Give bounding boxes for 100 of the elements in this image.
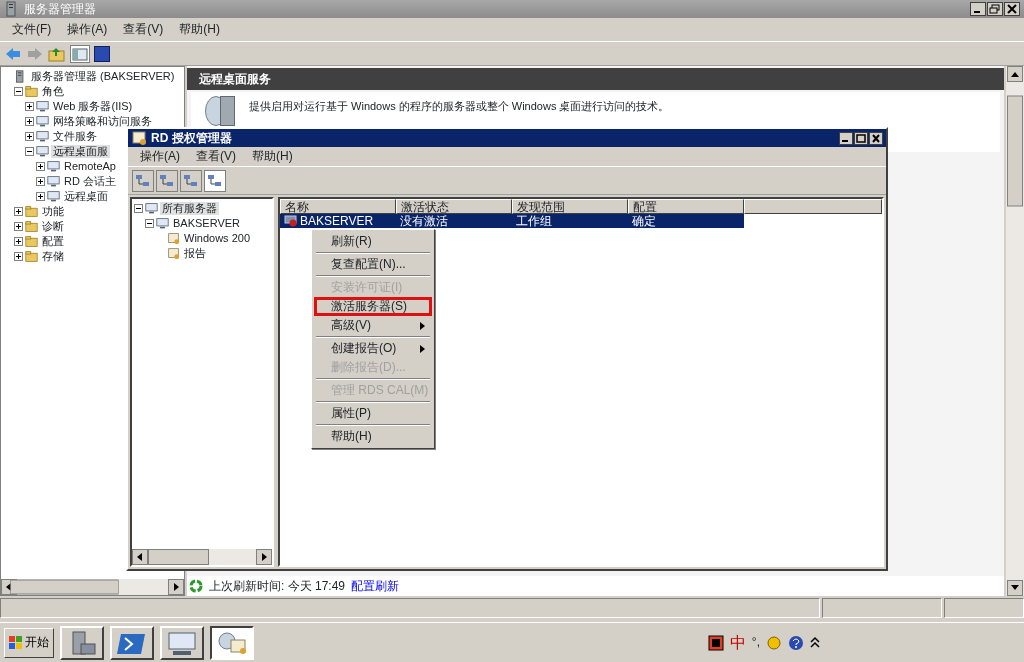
network-icon[interactable]	[766, 634, 782, 651]
collapse-toggle-icon[interactable]	[134, 204, 143, 213]
windows-logo-icon	[9, 635, 23, 650]
maximize-button[interactable]	[854, 131, 868, 145]
monitor-icon	[36, 130, 49, 143]
menu-item[interactable]: 刷新(R)	[314, 232, 432, 251]
column-header[interactable]: 名称	[280, 199, 396, 214]
configure-refresh-link[interactable]: 配置刷新	[351, 578, 400, 594]
menu-item[interactable]: 复查配置(N)...	[314, 255, 432, 274]
folder-icon	[25, 235, 38, 248]
hierarchy-icon[interactable]	[156, 169, 178, 192]
expand-toggle-icon[interactable]	[36, 162, 45, 171]
keyboard-icon[interactable]	[707, 634, 724, 651]
list-view-icon[interactable]	[180, 169, 202, 192]
server-icon	[145, 202, 158, 215]
menu-item[interactable]: 查看(V)	[188, 147, 244, 166]
certificate-icon	[217, 629, 247, 656]
menu-item[interactable]: 帮助(H)	[171, 20, 228, 39]
horizontal-scrollbar[interactable]	[132, 549, 272, 565]
monitor-icon	[167, 629, 197, 656]
menu-item[interactable]: 属性(P)	[314, 404, 432, 423]
folder-icon	[25, 220, 38, 233]
menu-item[interactable]: 帮助(H)	[244, 147, 301, 166]
tree-item[interactable]: 配置	[40, 234, 66, 249]
start-button[interactable]: 开始	[4, 627, 54, 658]
tree-item[interactable]: 所有服务器	[160, 201, 219, 216]
tree-item[interactable]: 报告	[182, 246, 208, 261]
table-cell: 工作组	[512, 214, 628, 228]
help-icon[interactable]	[788, 634, 804, 651]
help-icon[interactable]	[94, 45, 110, 62]
table-cell: 没有激活	[396, 214, 512, 228]
tree-item[interactable]: 角色	[40, 84, 66, 99]
horizontal-scrollbar[interactable]	[1, 579, 184, 595]
tree-item[interactable]: RemoteAp	[62, 159, 118, 174]
vertical-scrollbar[interactable]	[1006, 66, 1024, 596]
column-header[interactable]: 发现范围	[512, 199, 628, 214]
minimize-button[interactable]	[839, 131, 853, 145]
dialog-title: RD 授权管理器	[151, 130, 232, 146]
server-icon	[14, 70, 27, 83]
tree-item[interactable]: 网络策略和访问服务	[51, 114, 154, 129]
minimize-button[interactable]	[970, 2, 986, 16]
certificate-icon	[167, 247, 180, 260]
close-button[interactable]	[869, 131, 883, 145]
tree-item[interactable]: Web 服务器(IIS)	[51, 99, 135, 114]
tree-item[interactable]: 远程桌面服	[51, 144, 110, 159]
menu-item[interactable]: 查看(V)	[115, 20, 172, 39]
folder-icon	[25, 205, 38, 218]
taskbar-button[interactable]	[210, 625, 254, 660]
show-pane-icon[interactable]	[70, 44, 90, 63]
expand-toggle-icon[interactable]	[25, 132, 34, 141]
pane-header: 远程桌面服务	[187, 68, 1004, 90]
tree-item[interactable]: 服务器管理器 (BAKSERVER)	[29, 69, 177, 84]
license-manager-icon	[131, 130, 147, 146]
column-header[interactable]: 配置	[628, 199, 744, 214]
collapse-toggle-icon[interactable]	[25, 147, 34, 156]
expand-toggle-icon[interactable]	[14, 237, 23, 246]
table-cell: 确定	[628, 214, 744, 228]
monitor-icon	[47, 190, 60, 203]
tree-item[interactable]: 远程桌面	[62, 189, 110, 204]
monitor-icon	[36, 115, 49, 128]
expand-toggle-icon[interactable]	[25, 117, 34, 126]
menu-item[interactable]: 高级(V)	[314, 316, 432, 335]
expand-toggle-icon[interactable]	[14, 222, 23, 231]
restore-button[interactable]	[987, 2, 1003, 16]
punctuation-indicator[interactable]: °,	[751, 635, 760, 650]
tree-item[interactable]: RD 会话主	[62, 174, 118, 189]
up-folder-icon[interactable]	[48, 45, 66, 62]
menu-item[interactable]: 操作(A)	[132, 147, 188, 166]
menu-item[interactable]: 创建报告(O)	[314, 339, 432, 358]
tree-item[interactable]: 文件服务	[51, 129, 99, 144]
collapse-toggle-icon[interactable]	[145, 219, 154, 228]
table-cell: BAKSERVER	[280, 214, 396, 228]
expand-toggle-icon[interactable]	[36, 192, 45, 201]
expand-toggle-icon[interactable]	[14, 252, 23, 261]
monitor-icon	[47, 160, 60, 173]
folder-icon	[25, 85, 38, 98]
refresh-time-text: 上次刷新时间: 今天 17:49	[209, 578, 346, 594]
certificate-icon	[167, 232, 180, 245]
menu-item[interactable]: 文件(F)	[4, 20, 60, 39]
collapse-toggle-icon[interactable]	[14, 87, 23, 96]
tree-item[interactable]: 存储	[40, 249, 66, 264]
tree-view-icon[interactable]	[132, 169, 154, 192]
expand-toggle-icon[interactable]	[36, 177, 45, 186]
expand-toggle-icon[interactable]	[14, 207, 23, 216]
close-button[interactable]	[1004, 2, 1020, 16]
tree-item[interactable]: 功能	[40, 204, 66, 219]
description-text: 提供启用对运行基于 Windows 的程序的服务器或整个 Windows 桌面进行访问的技术。	[249, 100, 670, 114]
column-header[interactable]: 激活状态	[396, 199, 512, 214]
tree-item[interactable]: BAKSERVER	[171, 216, 243, 231]
detail-view-icon[interactable]	[204, 169, 226, 192]
menu-item[interactable]: 操作(A)	[59, 20, 116, 39]
ime-indicator[interactable]: 中	[729, 632, 746, 653]
menu-item[interactable]: 帮助(H)	[314, 427, 432, 446]
folder-icon	[25, 250, 38, 263]
menu-item[interactable]: 激活服务器(S)	[314, 297, 432, 316]
chevron-icon[interactable]	[810, 635, 820, 650]
refresh-icon[interactable]	[189, 579, 203, 593]
tree-item[interactable]: 诊断	[40, 219, 66, 234]
expand-toggle-icon[interactable]	[25, 102, 34, 111]
tree-item[interactable]: Windows 200	[182, 231, 253, 246]
